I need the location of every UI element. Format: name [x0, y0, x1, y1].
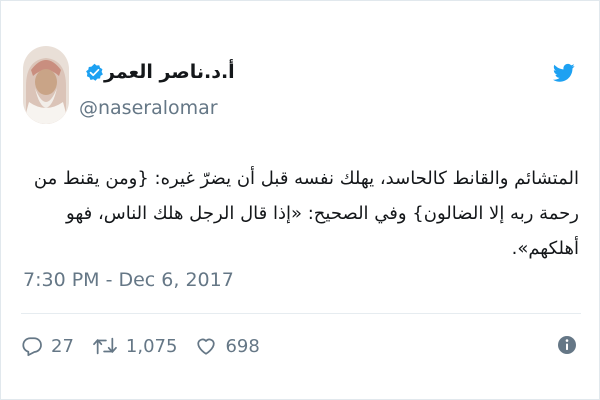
- twitter-bird-icon[interactable]: [553, 63, 575, 83]
- author-name-row[interactable]: أ.د.ناصر العمر: [79, 59, 235, 85]
- info-icon: [558, 336, 576, 354]
- reply-count: 27: [51, 335, 74, 357]
- heart-icon: [197, 338, 216, 355]
- avatar[interactable]: [23, 46, 69, 124]
- tweet-actions: 27 1,075 698: [21, 331, 278, 361]
- author-handle[interactable]: @naseralomar: [79, 97, 218, 119]
- tweet-card: أ.د.ناصر العمر @naseralomar المتشائم وال…: [0, 0, 600, 400]
- author-display-name[interactable]: أ.د.ناصر العمر: [104, 61, 235, 83]
- avatar-image: [23, 46, 69, 124]
- like-button[interactable]: 698: [195, 335, 260, 357]
- verified-badge-icon: [85, 63, 104, 82]
- reply-button[interactable]: 27: [21, 335, 74, 357]
- reply-icon: [22, 337, 42, 357]
- retweet-icon: [93, 337, 117, 355]
- retweet-count: 1,075: [125, 335, 178, 357]
- like-count: 698: [225, 335, 260, 357]
- divider: [21, 313, 581, 314]
- tweet-timestamp[interactable]: 7:30 PM - Dec 6, 2017: [23, 269, 234, 291]
- retweet-button[interactable]: 1,075: [92, 335, 178, 357]
- tweet-text: المتشائم والقانط كالحاسد، يهلك نفسه قبل …: [33, 168, 579, 259]
- more-info-button[interactable]: [557, 335, 577, 355]
